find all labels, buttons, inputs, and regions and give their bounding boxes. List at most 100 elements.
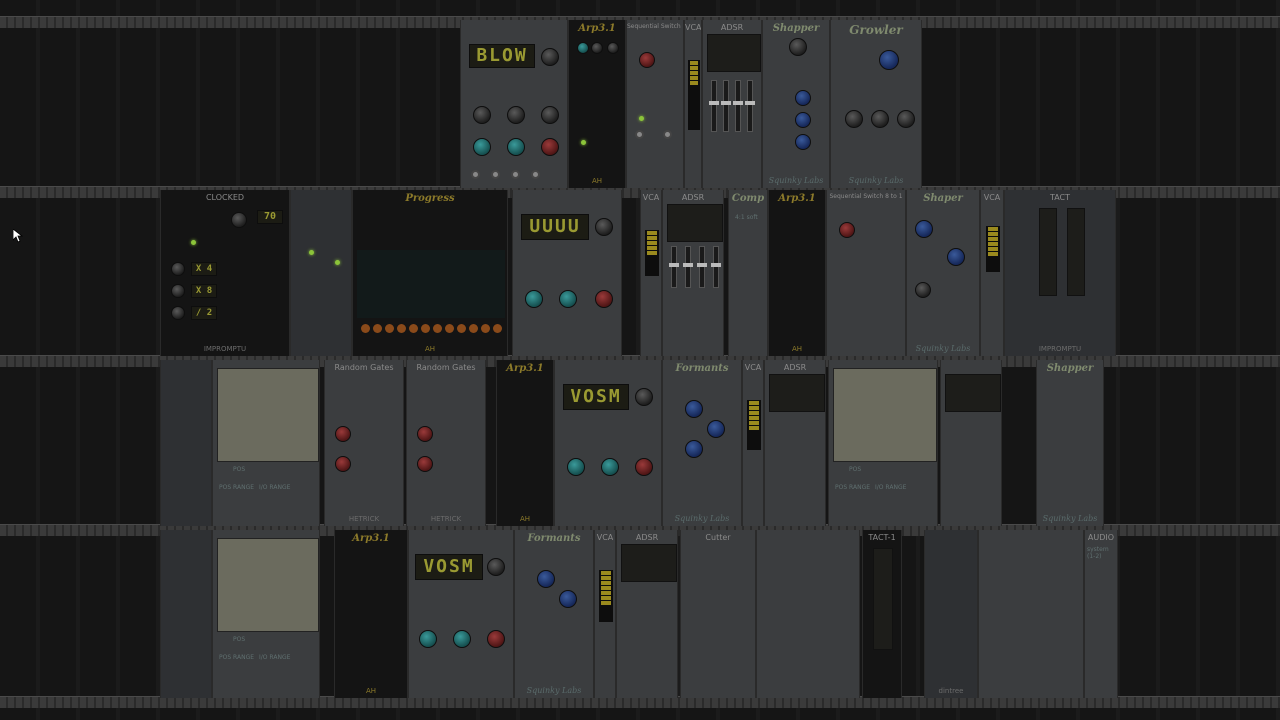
knob[interactable] [871,110,889,128]
knob[interactable] [537,570,555,588]
clocked-module[interactable]: CLOCKED 70 X 4 X 8 / 2 IMPROMPTU [160,190,290,356]
recorder-module[interactable]: POS POS RANGE I/O RANGE [212,360,320,526]
sequencer-strip[interactable] [290,190,352,356]
adsr-module[interactable]: ADSR [616,530,678,698]
knob[interactable] [473,106,491,124]
arp-module[interactable]: Arp3.1 AH [568,20,626,188]
slider[interactable] [697,246,707,288]
jack[interactable] [635,130,644,139]
knob[interactable] [417,426,433,442]
slider[interactable] [669,246,679,288]
knob[interactable] [707,420,725,438]
knob[interactable] [685,400,703,418]
knob[interactable] [567,458,585,476]
knob[interactable] [417,456,433,472]
knob[interactable] [789,38,807,56]
module[interactable]: dintree [924,530,978,698]
knob[interactable] [541,138,559,156]
arp-module[interactable]: Arp3.1 AH [768,190,826,356]
knob[interactable] [897,110,915,128]
knob[interactable] [635,458,653,476]
knob[interactable] [879,50,899,70]
knob[interactable] [487,630,505,648]
touch-strip[interactable] [1067,208,1085,296]
audio-module[interactable]: AUDIO system (1-2) [1084,530,1118,698]
vca-module[interactable]: VCA [594,530,616,698]
adsr-module[interactable]: ADSR [764,360,826,526]
slider[interactable] [709,80,719,132]
module[interactable] [978,530,1084,698]
vca-module[interactable]: VCA [684,20,702,188]
knob[interactable] [231,212,247,228]
knob[interactable] [639,52,655,68]
knob[interactable] [507,106,525,124]
recorder-module[interactable]: POS POS RANGE I/O RANGE [212,530,320,698]
comp-mode[interactable]: 4:1 soft [735,214,758,221]
knob[interactable] [845,110,863,128]
progress-module[interactable]: Progress AH [352,190,508,356]
slider[interactable] [745,80,755,132]
knob[interactable] [577,42,589,54]
knob[interactable] [947,248,965,266]
knob[interactable] [595,290,613,308]
knob[interactable] [601,458,619,476]
sequential-switch-module[interactable]: Sequential Switch 8 to 1 [626,20,684,188]
knob[interactable] [335,456,351,472]
shapper-module[interactable]: Shapper Squinky Labs [762,20,830,188]
knob[interactable] [525,290,543,308]
slider[interactable] [683,246,693,288]
knob[interactable] [335,426,351,442]
random-gates-module[interactable]: Random Gates HETRICK [324,360,404,526]
vosm-module[interactable]: VOSM [408,530,514,698]
knob[interactable] [487,558,505,576]
tact-module[interactable]: TACT IMPROMPTU [1004,190,1116,356]
vosm-module[interactable]: UUUU [512,190,622,356]
touch-strip[interactable] [1039,208,1057,296]
jack[interactable] [531,170,540,179]
knob[interactable] [171,284,185,298]
knob[interactable] [685,440,703,458]
knob[interactable] [595,218,613,236]
sequential-switch-module[interactable]: Sequential Switch 8 to 1 [826,190,906,356]
arp-module[interactable]: Arp3.1 AH [334,530,408,698]
vosm-module[interactable]: VOSM [554,360,662,526]
jack[interactable] [663,130,672,139]
shaper-module[interactable]: Shaper Squinky Labs [906,190,980,356]
jack[interactable] [471,170,480,179]
vca-module[interactable]: VCA [640,190,662,356]
knob[interactable] [795,90,811,106]
knob[interactable] [453,630,471,648]
knob[interactable] [171,262,185,276]
knob[interactable] [915,220,933,238]
knob[interactable] [795,134,811,150]
formants-module[interactable]: Formants Squinky Labs [514,530,594,698]
knob[interactable] [915,282,931,298]
knob[interactable] [541,106,559,124]
slider[interactable] [733,80,743,132]
jack[interactable] [511,170,520,179]
slider[interactable] [711,246,721,288]
random-gates-module[interactable]: Random Gates HETRICK [406,360,486,526]
comp-module[interactable]: Comp 4:1 soft [728,190,768,356]
cutter-module[interactable]: Cutter [680,530,756,698]
knob[interactable] [541,48,559,66]
vca-module[interactable]: VCA [980,190,1004,356]
knob[interactable] [839,222,855,238]
knob[interactable] [795,112,811,128]
growler-module[interactable]: Growler Squinky Labs [830,20,922,188]
knob[interactable] [607,42,619,54]
shapper-module[interactable]: Shapper Squinky Labs [1036,360,1104,526]
adsr-module[interactable] [940,360,1002,526]
audio-device[interactable]: system (1-2) [1087,546,1117,560]
vca-module[interactable]: VCA [742,360,764,526]
module[interactable] [160,360,212,526]
step-buttons[interactable] [361,324,502,333]
knob[interactable] [507,138,525,156]
knob[interactable] [635,388,653,406]
touch-strip[interactable] [873,548,893,650]
formants-module[interactable]: Formants Squinky Labs [662,360,742,526]
knob[interactable] [171,306,185,320]
knob[interactable] [419,630,437,648]
module[interactable] [160,530,212,698]
knob[interactable] [559,590,577,608]
